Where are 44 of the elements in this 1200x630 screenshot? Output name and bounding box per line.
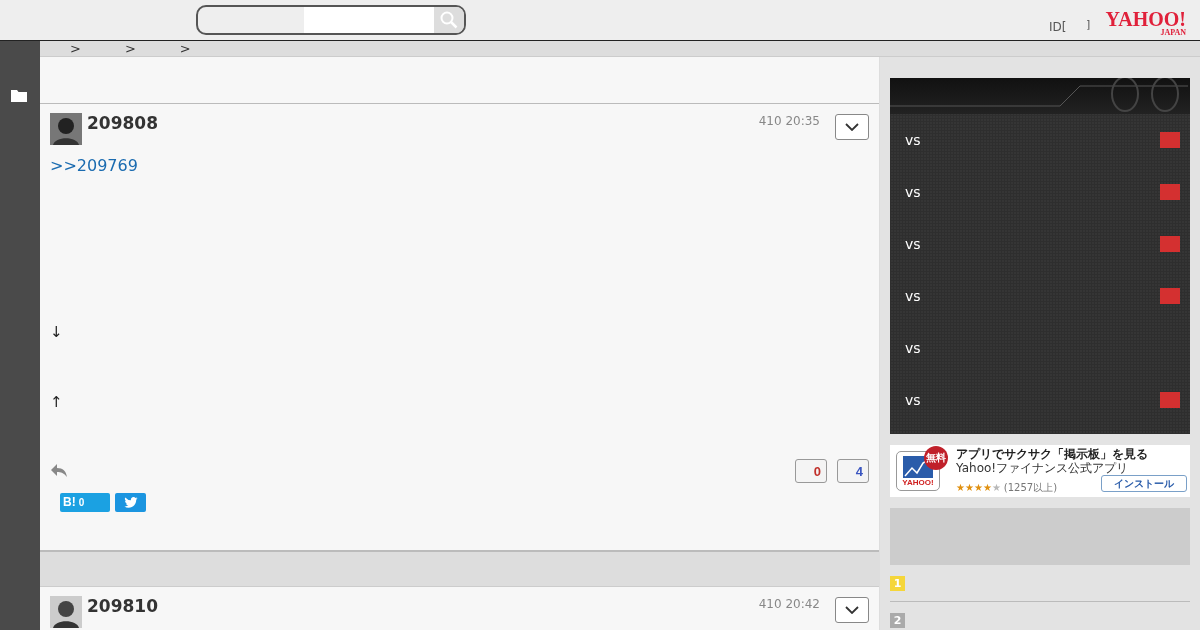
- hatena-bookmark-button[interactable]: B! 0: [60, 493, 110, 512]
- star-rating: ★★★★★: [956, 482, 1001, 494]
- reply-link[interactable]: >>209769: [50, 156, 138, 175]
- avatar[interactable]: [50, 113, 82, 145]
- bracket-text: ]: [1086, 18, 1091, 31]
- install-button[interactable]: インストール: [1101, 475, 1187, 492]
- vs-label: vs: [905, 340, 921, 356]
- vs-label: vs: [905, 132, 921, 148]
- avatar[interactable]: [50, 596, 82, 628]
- like-button[interactable]: 0: [795, 459, 827, 483]
- chevron-down-icon: [845, 123, 859, 131]
- breadcrumb-separator: >: [179, 41, 191, 56]
- vs-label: vs: [905, 392, 921, 408]
- free-badge: 無料: [924, 446, 948, 470]
- bird-icon: [123, 497, 138, 508]
- post-time: 410 20:35: [758, 114, 820, 128]
- ad-subtitle: Yahoo!ファイナンス公式アプリ: [956, 462, 1129, 475]
- vs-label: vs: [905, 236, 921, 252]
- post-text: ↑: [50, 393, 63, 411]
- vs-label: vs: [905, 184, 921, 200]
- vs-label: vs: [905, 288, 921, 304]
- rank-badge: 1: [890, 575, 905, 591]
- search-field[interactable]: [196, 5, 466, 35]
- dropdown-button[interactable]: [835, 114, 869, 140]
- breadcrumb-separator: >: [70, 41, 81, 56]
- post-time: 410 20:42: [758, 597, 820, 611]
- rank-badge: 2: [890, 612, 905, 628]
- chevron-down-icon: [845, 606, 859, 614]
- dislike-button[interactable]: 4: [837, 459, 869, 483]
- search-icon: [440, 11, 458, 29]
- folder-icon[interactable]: [11, 89, 27, 102]
- twitter-button[interactable]: [115, 493, 146, 512]
- rating-count: (1257以上): [1003, 481, 1058, 495]
- post-number: 209810: [87, 596, 159, 616]
- dropdown-button[interactable]: [835, 597, 869, 623]
- yahoo-logo[interactable]: YAHOO! JAPAN: [1105, 10, 1186, 37]
- search-button[interactable]: [434, 7, 464, 33]
- login-id-text: ID[: [1049, 20, 1067, 34]
- reply-icon[interactable]: [50, 463, 68, 479]
- post-text: ↓: [50, 323, 63, 341]
- app-ad-banner[interactable]: 無料 YAHOO! アプリでサクサク「掲示板」を見る Yahoo!ファイナンス公式アプリ ★★★★★ (1257以上) インストール: [890, 445, 1190, 497]
- post-number: 209808: [87, 113, 159, 133]
- ad-title: アプリでサクサク「掲示板」を見る: [956, 447, 1149, 462]
- breadcrumb-separator: >: [124, 41, 136, 56]
